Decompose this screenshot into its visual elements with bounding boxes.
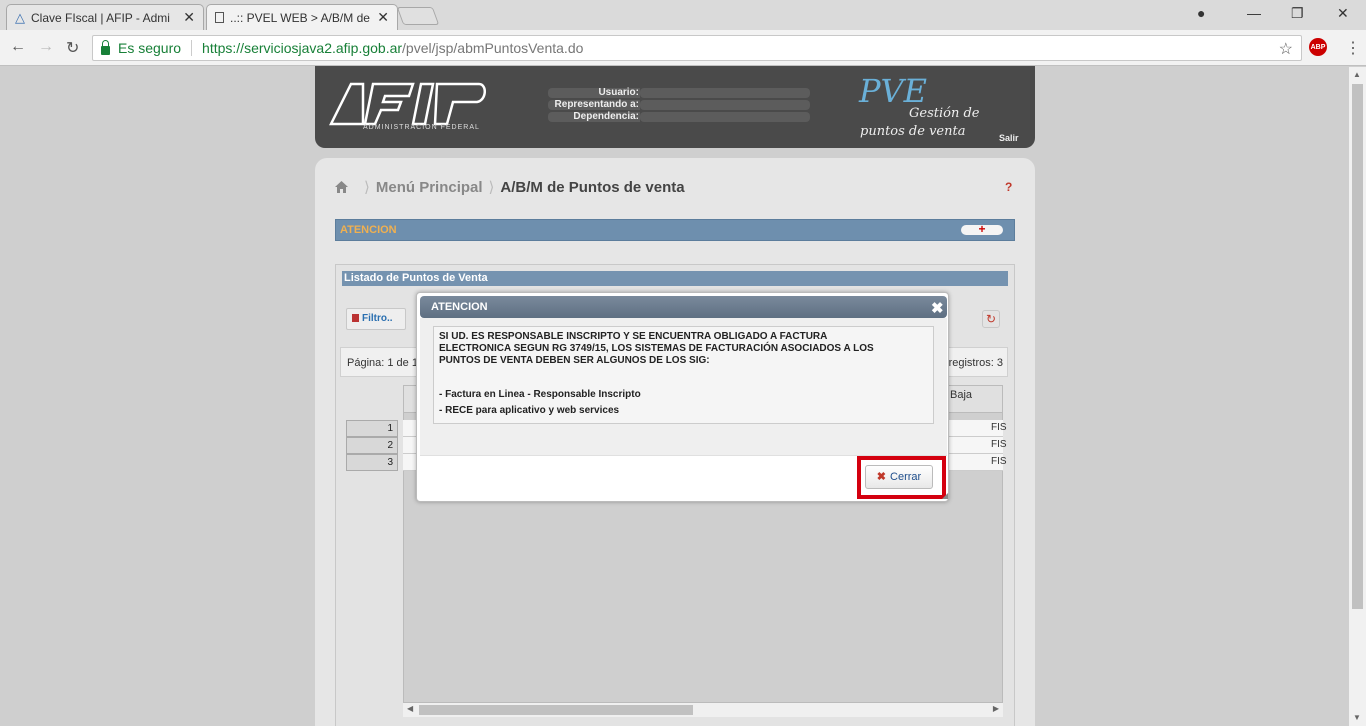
- tab-title: ..:: PVEL WEB > A/B/M de: [230, 10, 370, 25]
- browser-tab-clave-fiscal[interactable]: △ Clave FIscal | AFIP - Admi ✕: [6, 4, 204, 30]
- logout-link[interactable]: Salir: [999, 133, 1019, 143]
- url-host: https://serviciosjava2.afip.gob.ar: [202, 40, 403, 56]
- resize-grip-icon[interactable]: ◢: [942, 491, 948, 500]
- dependencia-label: Dependencia:: [573, 111, 639, 122]
- list-item: - Factura en Linea - Responsable Inscrip…: [439, 389, 641, 400]
- minimize-icon[interactable]: —: [1247, 5, 1261, 21]
- lock-icon: [101, 39, 110, 55]
- records-count: registros: 3: [948, 357, 1003, 369]
- representando-label: Representando a:: [554, 99, 639, 110]
- reload-icon[interactable]: ↻: [66, 38, 79, 58]
- tab-title: Clave FIscal | AFIP - Admi: [31, 10, 170, 25]
- horizontal-scroll-thumb[interactable]: [419, 705, 693, 715]
- cerrar-button[interactable]: ✖ Cerrar: [865, 465, 933, 489]
- dialog-footer: ✖ Cerrar ◢: [420, 455, 948, 500]
- close-window-icon[interactable]: ✕: [1337, 5, 1349, 22]
- usuario-label: Usuario:: [598, 87, 639, 98]
- close-x-icon: ✖: [876, 471, 887, 483]
- secure-label: Es seguro: [118, 40, 182, 56]
- row-number: 1: [346, 420, 398, 437]
- breadcrumb-menu-principal[interactable]: Menú Principal: [376, 179, 483, 196]
- dependencia-value: [640, 112, 810, 122]
- scroll-down-icon[interactable]: ▼: [1353, 713, 1361, 722]
- scroll-right-icon[interactable]: ▶: [993, 704, 999, 713]
- table-cell: FIS: [991, 439, 1007, 450]
- filter-icon: [352, 314, 359, 322]
- page-favicon-icon: [215, 12, 224, 23]
- new-tab-button[interactable]: [396, 7, 440, 25]
- row-number: 2: [346, 437, 398, 454]
- app-subtitle-1: Gestión de: [909, 106, 980, 121]
- grid-caption: Listado de Puntos de Venta: [342, 271, 1008, 286]
- afip-header: ADMINISTRACION FEDERAL Usuario: Represen…: [315, 66, 1035, 148]
- dialog-titlebar: ATENCION ✖: [420, 296, 947, 318]
- refresh-icon[interactable]: ↻: [982, 310, 1000, 328]
- adblock-icon[interactable]: ABP: [1309, 38, 1327, 56]
- representando-value: [640, 100, 810, 110]
- scroll-up-icon[interactable]: ▲: [1353, 70, 1361, 79]
- afip-logo: [329, 82, 486, 126]
- profile-icon[interactable]: ●: [1197, 5, 1205, 21]
- message-line: ELECTRONICA SEGUN RG 3749/15, LOS SISTEM…: [439, 343, 874, 354]
- address-bar[interactable]: Es seguro https://serviciosjava2.afip.go…: [92, 35, 1302, 61]
- filter-button[interactable]: Filtro..: [346, 308, 406, 330]
- browser-toolbar: ← → ↻ Es seguro https://serviciosjava2.a…: [0, 30, 1366, 66]
- forward-icon[interactable]: →: [38, 38, 54, 56]
- list-item: - RECE para aplicativo y web services: [439, 405, 620, 416]
- close-tab-icon[interactable]: ✕: [183, 9, 195, 26]
- url-path: /pvel/jsp/abmPuntosVenta.do: [402, 40, 584, 56]
- cerrar-label: Cerrar: [890, 471, 922, 483]
- scrollbar-thumb[interactable]: [1352, 84, 1363, 609]
- home-icon[interactable]: [335, 181, 348, 193]
- atencion-dialog: ATENCION ✖ SI UD. ES RESPONSABLE INSCRIP…: [416, 292, 949, 502]
- afip-favicon-icon: △: [15, 9, 25, 25]
- back-icon[interactable]: ←: [10, 38, 26, 56]
- page-scrollbar[interactable]: ▲ ▼: [1349, 67, 1366, 726]
- message-line: PUNTOS DE VENTA DEBEN SER ALGUNOS DE LOS…: [439, 355, 710, 366]
- browser-tab-pvel[interactable]: ..:: PVEL WEB > A/B/M de ✕: [206, 4, 398, 30]
- page-indicator: Página: 1 de 1: [347, 357, 418, 369]
- bookmark-star-icon[interactable]: ☆: [1279, 39, 1293, 59]
- page-title: A/B/M de Puntos de venta: [500, 178, 685, 196]
- grid-horizontal-scrollbar[interactable]: ◀ ▶: [403, 703, 1003, 717]
- breadcrumb: ⟩ Menú Principal ⟩ A/B/M de Puntos de ve…: [335, 178, 685, 196]
- help-icon[interactable]: ?: [1005, 180, 1012, 194]
- logo-subtitle: ADMINISTRACION FEDERAL: [363, 124, 480, 131]
- close-tab-icon[interactable]: ✕: [377, 9, 389, 26]
- atencion-section-header: ATENCION +: [335, 219, 1015, 241]
- column-header-baja[interactable]: Baja: [950, 389, 972, 401]
- menu-kebab-icon[interactable]: ⋮: [1345, 38, 1361, 58]
- atencion-section-title: ATENCION: [340, 224, 397, 236]
- expand-button[interactable]: +: [961, 223, 1003, 235]
- row-number: 3: [346, 454, 398, 471]
- app-subtitle-2: puntos de venta: [860, 124, 966, 139]
- scroll-left-icon[interactable]: ◀: [407, 704, 413, 713]
- app-name: PVE: [859, 72, 927, 110]
- usuario-value: [640, 88, 810, 98]
- message-line: SI UD. ES RESPONSABLE INSCRIPTO Y SE ENC…: [439, 331, 828, 342]
- dialog-title: ATENCION: [431, 301, 488, 313]
- restore-icon[interactable]: ❐: [1291, 5, 1304, 22]
- dialog-close-icon[interactable]: ✖: [931, 299, 944, 317]
- dialog-body: SI UD. ES RESPONSABLE INSCRIPTO Y SE ENC…: [420, 318, 947, 455]
- browser-tabstrip: △ Clave FIscal | AFIP - Admi ✕ ..:: PVEL…: [0, 0, 1366, 30]
- table-cell: FIS: [991, 422, 1007, 433]
- filter-label: Filtro..: [362, 313, 393, 324]
- dialog-message: SI UD. ES RESPONSABLE INSCRIPTO Y SE ENC…: [433, 326, 934, 424]
- table-cell: FIS: [991, 456, 1007, 467]
